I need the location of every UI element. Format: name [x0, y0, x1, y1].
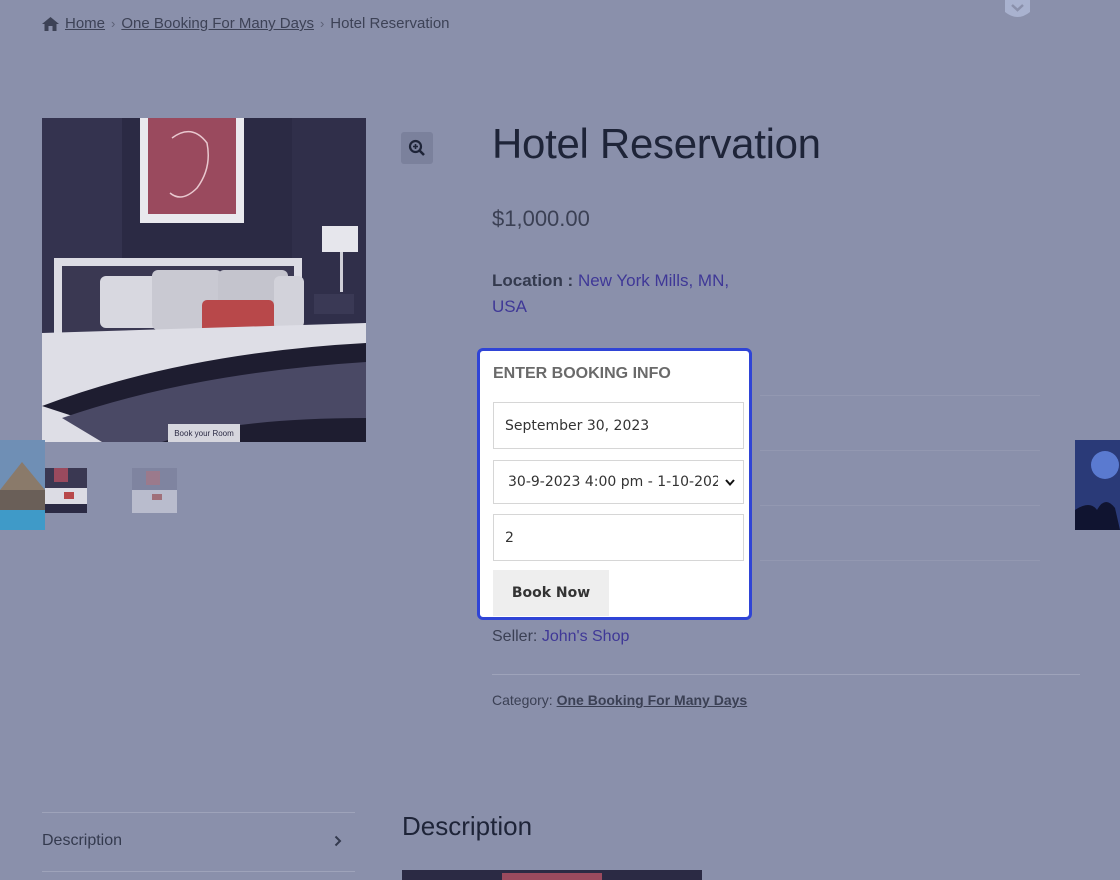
badge-chevron-icon	[1005, 0, 1030, 17]
category-label: Category:	[492, 692, 553, 708]
product-price: $1,000.00	[492, 206, 590, 231]
chevron-right-icon	[334, 835, 342, 847]
previous-product-preview[interactable]	[0, 440, 45, 530]
hotel-room-illustration: Book your Room	[42, 118, 366, 442]
product-location: Location : New York Mills, MN, USA	[492, 268, 732, 320]
breadcrumb-current: Hotel Reservation	[330, 15, 450, 32]
location-label: Location :	[492, 271, 574, 290]
booking-panel-title: ENTER BOOKING INFO	[493, 365, 671, 382]
previous-product-image	[0, 440, 45, 530]
tab-description-label: Description	[42, 832, 123, 849]
description-image	[402, 870, 702, 880]
seller-label: Seller:	[492, 628, 538, 645]
tab-description[interactable]: Description	[42, 832, 342, 850]
product-thumbnail[interactable]	[42, 468, 87, 513]
description-heading: Description	[402, 811, 533, 841]
product-main-image[interactable]: Book your Room	[42, 118, 366, 442]
next-product-preview[interactable]	[1075, 440, 1120, 530]
divider	[492, 674, 1080, 675]
chevron-down-icon	[725, 478, 735, 486]
tab-divider	[42, 871, 355, 872]
product-thumbnail[interactable]	[132, 468, 177, 513]
divider	[760, 450, 1040, 451]
quantity-input[interactable]: 2	[493, 514, 744, 561]
zoom-icon	[408, 139, 425, 156]
category-link[interactable]: One Booking For Many Days	[557, 692, 748, 708]
divider	[760, 505, 1040, 506]
booking-date-value: September 30, 2023	[505, 417, 650, 434]
breadcrumb-home-link[interactable]: Home	[65, 15, 105, 32]
next-product-image	[1075, 440, 1120, 530]
product-category: Category: One Booking For Many Days	[492, 692, 747, 708]
breadcrumb-separator: ›	[111, 16, 116, 31]
divider	[760, 395, 1040, 396]
breadcrumb-category-link[interactable]: One Booking For Many Days	[121, 15, 314, 32]
breadcrumb: Home › One Booking For Many Days › Hotel…	[42, 15, 450, 32]
seller-info: Seller: John's Shop	[492, 628, 629, 646]
time-slot-value: 30-9-2023 4:00 pm - 1-10-2023 10:00 am	[508, 474, 718, 490]
booking-date-input[interactable]: September 30, 2023	[493, 402, 744, 449]
divider	[760, 560, 1040, 561]
description-image-graphic	[402, 873, 702, 880]
home-icon	[42, 16, 59, 31]
image-caption: Book your Room	[174, 429, 234, 438]
thumbnail-image	[42, 468, 87, 513]
seller-link[interactable]: John's Shop	[542, 628, 630, 645]
time-slot-select[interactable]: 30-9-2023 4:00 pm - 1-10-2023 10:00 am	[493, 460, 744, 504]
product-title: Hotel Reservation	[492, 120, 821, 167]
book-now-button[interactable]: Book Now	[493, 570, 609, 616]
tab-divider	[42, 812, 355, 813]
thumbnail-image	[132, 468, 177, 513]
quantity-value: 2	[505, 529, 514, 546]
zoom-button[interactable]	[401, 132, 433, 164]
breadcrumb-separator: ›	[319, 16, 325, 31]
booking-panel: ENTER BOOKING INFO September 30, 2023 30…	[477, 348, 752, 620]
